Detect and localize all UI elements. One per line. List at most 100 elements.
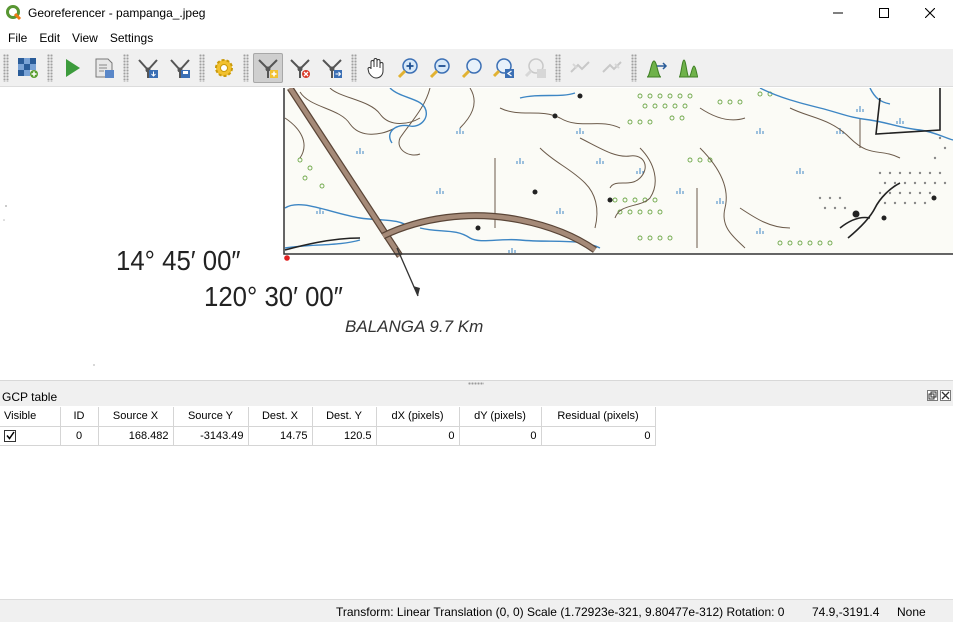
longitude-label: 120° 30′ 00″ bbox=[204, 281, 343, 312]
panel-splitter[interactable] bbox=[0, 380, 953, 388]
georeferencer-map-canvas[interactable]: 14° 45′ 00″ 120° 30′ 00″ BALANGA 9.7 Km bbox=[0, 88, 953, 380]
move-gcp-point-button[interactable] bbox=[317, 53, 347, 83]
source-x-cell[interactable]: 168.482 bbox=[98, 426, 174, 446]
transformation-settings-button[interactable] bbox=[209, 53, 239, 83]
gcp-panel-title: GCP table bbox=[2, 390, 58, 404]
delete-point-icon bbox=[290, 58, 310, 78]
maximize-icon bbox=[879, 8, 889, 18]
close-icon bbox=[925, 8, 935, 18]
minimize-button[interactable] bbox=[815, 0, 861, 26]
maximize-button[interactable] bbox=[861, 0, 907, 26]
close-button[interactable] bbox=[907, 0, 953, 26]
toolbar-separator bbox=[123, 53, 129, 82]
column-header-dx[interactable]: dX (pixels) bbox=[376, 407, 460, 427]
move-gcp-point-icon bbox=[322, 58, 342, 78]
gcp-table: Visible ID Source X Source Y Dest. X Des… bbox=[0, 407, 656, 446]
column-header-source-x[interactable]: Source X bbox=[98, 407, 174, 427]
save-gcp-points-icon bbox=[170, 58, 190, 78]
status-transform: Transform: Linear Translation (0, 0) Sca… bbox=[336, 605, 785, 619]
dy-cell: 0 bbox=[459, 426, 542, 446]
zoom-next-button[interactable] bbox=[521, 53, 551, 83]
transformation-settings-icon bbox=[215, 58, 233, 77]
menu-view[interactable]: View bbox=[68, 31, 102, 45]
visible-checkbox[interactable] bbox=[4, 429, 16, 442]
zoom-out-button[interactable] bbox=[425, 53, 455, 83]
source-y-cell[interactable]: -3143.49 bbox=[173, 426, 249, 446]
column-header-residual[interactable]: Residual (pixels) bbox=[541, 407, 656, 427]
town-distance-label: BALANGA 9.7 Km bbox=[345, 317, 484, 336]
open-raster-button[interactable] bbox=[13, 53, 43, 83]
splitter-grip[interactable] bbox=[468, 382, 484, 385]
zoom-next-icon bbox=[524, 57, 546, 78]
column-header-dest-y[interactable]: Dest. Y bbox=[312, 407, 377, 427]
gcp-table-area: Visible ID Source X Source Y Dest. X Des… bbox=[0, 406, 953, 598]
toolbar-separator bbox=[47, 53, 53, 82]
zoom-last-icon bbox=[492, 57, 514, 78]
link-georeferencer-to-qgis-button[interactable] bbox=[565, 53, 595, 83]
generate-gdal-script-button[interactable] bbox=[89, 53, 119, 83]
start-georeferencing-button[interactable] bbox=[57, 53, 87, 83]
menu-edit[interactable]: Edit bbox=[35, 31, 64, 45]
column-header-visible[interactable]: Visible bbox=[0, 407, 61, 427]
pan-button[interactable] bbox=[361, 53, 391, 83]
gcp-panel-header: GCP table bbox=[0, 388, 953, 406]
title-bar: Georeferencer - pampanga_.jpeg bbox=[0, 0, 953, 26]
table-row[interactable]: 0 168.482 -3143.49 14.75 120.5 0 0 0 bbox=[0, 426, 656, 446]
start-georeferencing-icon bbox=[66, 58, 80, 77]
window-title: Georeferencer - pampanga_.jpeg bbox=[28, 6, 206, 20]
latitude-label: 14° 45′ 00″ bbox=[116, 245, 241, 276]
toolbar-separator bbox=[555, 53, 561, 82]
menu-bar: File Edit View Settings bbox=[0, 27, 953, 48]
close-panel-button[interactable] bbox=[940, 390, 951, 401]
checkmark-icon bbox=[5, 431, 15, 440]
toolbar-handle[interactable] bbox=[3, 53, 9, 82]
generate-gdal-script-icon bbox=[95, 58, 114, 78]
gcp-table-header-row: Visible ID Source X Source Y Dest. X Des… bbox=[0, 407, 656, 427]
toolbar bbox=[0, 49, 953, 87]
column-header-dest-x[interactable]: Dest. X bbox=[248, 407, 313, 427]
add-point-button[interactable] bbox=[253, 52, 283, 83]
load-gcp-points-icon bbox=[138, 58, 158, 78]
link-qgis-to-georeferencer-button[interactable] bbox=[597, 53, 627, 83]
delete-point-button[interactable] bbox=[285, 53, 315, 83]
column-header-source-y[interactable]: Source Y bbox=[173, 407, 249, 427]
dest-x-cell[interactable]: 14.75 bbox=[248, 426, 313, 446]
toolbar-separator bbox=[351, 53, 357, 82]
id-cell[interactable]: 0 bbox=[60, 426, 99, 446]
visible-cell[interactable] bbox=[0, 426, 61, 446]
zoom-to-layer-button[interactable] bbox=[457, 53, 487, 83]
load-gcp-points-button[interactable] bbox=[133, 53, 163, 83]
local-histogram-stretch-button[interactable] bbox=[673, 53, 703, 83]
link-qgis-to-georeferencer-icon bbox=[602, 60, 622, 73]
column-header-dy[interactable]: dY (pixels) bbox=[459, 407, 542, 427]
float-icon bbox=[928, 391, 937, 400]
column-header-id[interactable]: ID bbox=[60, 407, 99, 427]
full-histogram-stretch-icon bbox=[646, 59, 668, 77]
menu-settings[interactable]: Settings bbox=[106, 31, 157, 45]
zoom-out-icon bbox=[429, 57, 450, 78]
minimize-icon bbox=[833, 12, 843, 14]
menu-file[interactable]: File bbox=[4, 31, 31, 45]
local-histogram-stretch-icon bbox=[678, 58, 699, 77]
link-georeferencer-to-qgis-icon bbox=[570, 60, 590, 73]
status-crs[interactable]: None bbox=[897, 605, 926, 619]
qgis-icon bbox=[6, 5, 22, 21]
dest-y-cell[interactable]: 120.5 bbox=[312, 426, 377, 446]
full-histogram-stretch-button[interactable] bbox=[641, 53, 671, 83]
toolbar-separator bbox=[199, 53, 205, 82]
toolbar-separator bbox=[243, 53, 249, 82]
add-point-icon bbox=[258, 58, 278, 78]
open-raster-icon bbox=[18, 57, 38, 78]
save-gcp-points-button[interactable] bbox=[165, 53, 195, 83]
zoom-in-button[interactable] bbox=[393, 53, 423, 83]
zoom-to-layer-icon bbox=[461, 57, 482, 78]
zoom-in-icon bbox=[397, 57, 418, 78]
float-panel-button[interactable] bbox=[927, 390, 938, 401]
toolbar-separator bbox=[631, 53, 637, 82]
pan-icon bbox=[367, 57, 384, 79]
status-coordinates: 74.9,-3191.4 bbox=[812, 605, 880, 619]
dx-cell: 0 bbox=[376, 426, 460, 446]
residual-cell: 0 bbox=[541, 426, 656, 446]
close-icon bbox=[941, 391, 950, 400]
zoom-last-button[interactable] bbox=[489, 53, 519, 83]
